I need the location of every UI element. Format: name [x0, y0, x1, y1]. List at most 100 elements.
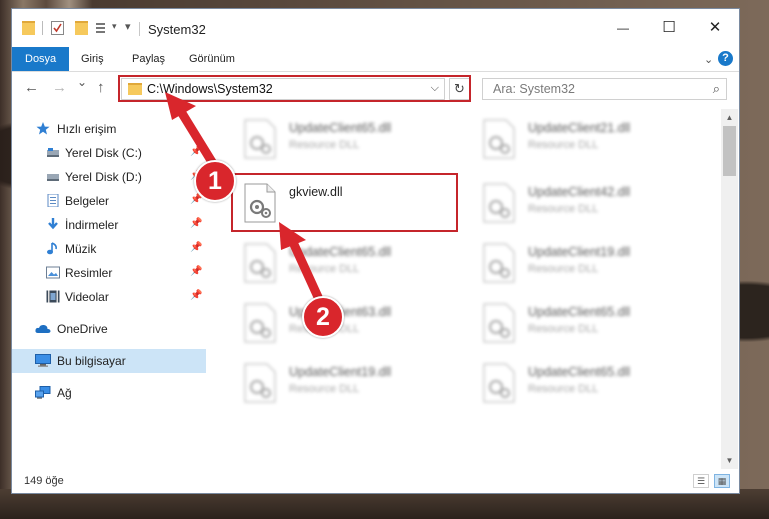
details-view-icon[interactable]: ☰: [693, 474, 709, 488]
cloud-icon: [35, 324, 51, 333]
dll-file-icon: [483, 363, 515, 403]
file-type: Resource DLL: [289, 139, 360, 151]
file-item[interactable]: UpdateClient21.dll Resource DLL: [482, 115, 702, 165]
file-item[interactable]: UpdateClient19.dll Resource DLL: [243, 359, 463, 409]
sidebar-item-label: OneDrive: [57, 322, 108, 336]
file-type: Resource DLL: [528, 139, 599, 151]
up-button[interactable]: ↑: [97, 79, 105, 96]
vertical-scrollbar[interactable]: ▲ ▼: [721, 109, 738, 469]
sidebar-item-videos[interactable]: Videolar 📌: [12, 285, 206, 309]
file-type: Resource DLL: [289, 383, 360, 395]
file-item[interactable]: UpdateClient42.dll Resource DLL: [482, 179, 702, 229]
file-name: UpdateClient19.dll: [289, 365, 392, 379]
sidebar-item-local-disk-d[interactable]: Yerel Disk (D:) 📌: [12, 165, 206, 189]
quick-access-separator: [42, 21, 43, 35]
pin-icon[interactable]: 📌: [190, 266, 202, 277]
pin-icon[interactable]: 📌: [190, 242, 202, 253]
maximize-button[interactable]: ☐: [647, 15, 691, 41]
pin-icon[interactable]: 📌: [190, 290, 202, 301]
forward-button[interactable]: →: [52, 79, 67, 96]
scroll-down-icon[interactable]: ▼: [721, 452, 738, 469]
tab-home[interactable]: Giriş: [81, 47, 104, 71]
title-bar: ▾ ▾ System32 — ☐ ✕: [12, 9, 739, 46]
minimize-button[interactable]: —: [601, 15, 645, 41]
annotation-callout-2: 2: [302, 296, 344, 338]
sidebar-item-documents[interactable]: Belgeler 📌: [12, 189, 206, 213]
scroll-up-icon[interactable]: ▲: [721, 109, 738, 126]
sidebar-item-music[interactable]: Müzik 📌: [12, 237, 206, 261]
sidebar-item-label: Videolar: [65, 290, 109, 304]
item-count: 149 öğe: [24, 475, 64, 487]
sidebar-item-label: Müzik: [65, 242, 97, 256]
file-name: UpdateClient21.dll: [528, 121, 631, 135]
file-list: UpdateClient65.dll Resource DLL gkview.d…: [207, 109, 721, 469]
file-type: Resource DLL: [528, 203, 599, 215]
back-button[interactable]: ←: [24, 79, 39, 96]
sidebar-item-local-disk-c[interactable]: Yerel Disk (C:) 📌: [12, 141, 206, 165]
file-name: UpdateClient19.dll: [528, 245, 631, 259]
search-box[interactable]: Ara: System32 ⌕: [482, 78, 727, 100]
customize-toolbar-icon[interactable]: [95, 21, 109, 35]
sidebar-item-this-pc[interactable]: Bu bilgisayar: [12, 349, 206, 373]
file-type: Resource DLL: [528, 263, 599, 275]
pin-icon[interactable]: 📌: [190, 146, 202, 157]
dll-file-icon: [244, 363, 276, 403]
sidebar-item-pictures[interactable]: Resimler 📌: [12, 261, 206, 285]
file-highlight-box: [231, 173, 458, 232]
file-item[interactable]: UpdateClient19.dll Resource DLL: [482, 239, 702, 289]
tab-share[interactable]: Paylaş: [132, 47, 165, 71]
file-item[interactable]: UpdateClient65.dll Resource DLL: [482, 299, 702, 349]
qa-overflow-icon[interactable]: ▾: [125, 20, 131, 34]
file-type: Resource DLL: [528, 323, 599, 335]
file-item[interactable]: UpdateClient65.dll Resource DLL: [243, 115, 463, 165]
sidebar-item-label: Bu bilgisayar: [57, 354, 126, 368]
star-icon: [36, 122, 50, 135]
file-explorer-window: ▾ ▾ System32 — ☐ ✕ Dosya Giriş Paylaş Gö…: [11, 8, 740, 494]
file-name: UpdateClient65.dll: [528, 365, 631, 379]
dll-file-icon: [244, 303, 276, 343]
search-icon: ⌕: [712, 81, 720, 96]
sidebar-item-onedrive[interactable]: OneDrive: [12, 317, 206, 341]
file-item[interactable]: UpdateClient65.dll Resource DLL: [482, 359, 702, 409]
sidebar-item-network[interactable]: Ağ: [12, 381, 206, 405]
videos-icon: [46, 290, 60, 303]
recent-locations-button[interactable]: ⌄: [77, 75, 87, 89]
network-icon: [35, 386, 51, 399]
dll-file-icon: [244, 119, 276, 159]
help-button[interactable]: ?: [718, 51, 733, 66]
scroll-thumb[interactable]: [723, 126, 736, 176]
tab-file[interactable]: Dosya: [12, 47, 70, 71]
address-highlight-box: [118, 75, 471, 102]
chevron-down-icon[interactable]: ▾: [112, 21, 117, 35]
sidebar-item-label: Belgeler: [65, 194, 110, 208]
properties-icon[interactable]: [51, 21, 64, 35]
close-button[interactable]: ✕: [693, 15, 737, 41]
file-name: UpdateClient65.dll: [289, 121, 392, 135]
sidebar-item-label: Ağ: [57, 386, 72, 400]
drive-icon: [47, 174, 59, 181]
file-name: UpdateClient65.dll: [289, 245, 392, 259]
sidebar-item-downloads[interactable]: İndirmeler 📌: [12, 213, 206, 237]
sidebar-item-quick-access[interactable]: Hızlı erişim: [12, 117, 206, 141]
navigation-pane: Hızlı erişim Yerel Disk (C:) 📌 Yerel Dis…: [12, 109, 206, 469]
new-folder-icon[interactable]: [75, 21, 88, 35]
file-item[interactable]: UpdateClient65.dll Resource DLL: [243, 239, 463, 289]
dll-file-icon: [483, 119, 515, 159]
drive-icon: [47, 148, 59, 157]
sidebar-item-label: Hızlı erişim: [57, 122, 117, 136]
search-input[interactable]: Ara: System32: [493, 82, 575, 96]
tab-view[interactable]: Görünüm: [189, 47, 235, 71]
documents-icon: [47, 194, 59, 207]
download-icon: [48, 218, 58, 230]
file-item[interactable]: UpdateClient63.dll Resource DLL: [243, 299, 463, 349]
window-title: System32: [148, 22, 206, 37]
large-icons-view-icon[interactable]: ▦: [714, 474, 730, 488]
ribbon-expand-chevron-icon[interactable]: ⌄: [704, 53, 713, 66]
sidebar-item-label: Yerel Disk (D:): [65, 170, 142, 184]
file-name: UpdateClient42.dll: [528, 185, 631, 199]
pin-icon[interactable]: 📌: [190, 218, 202, 229]
music-icon: [47, 242, 57, 255]
title-separator: [139, 22, 140, 36]
pictures-icon: [46, 266, 60, 279]
file-type: Resource DLL: [528, 383, 599, 395]
